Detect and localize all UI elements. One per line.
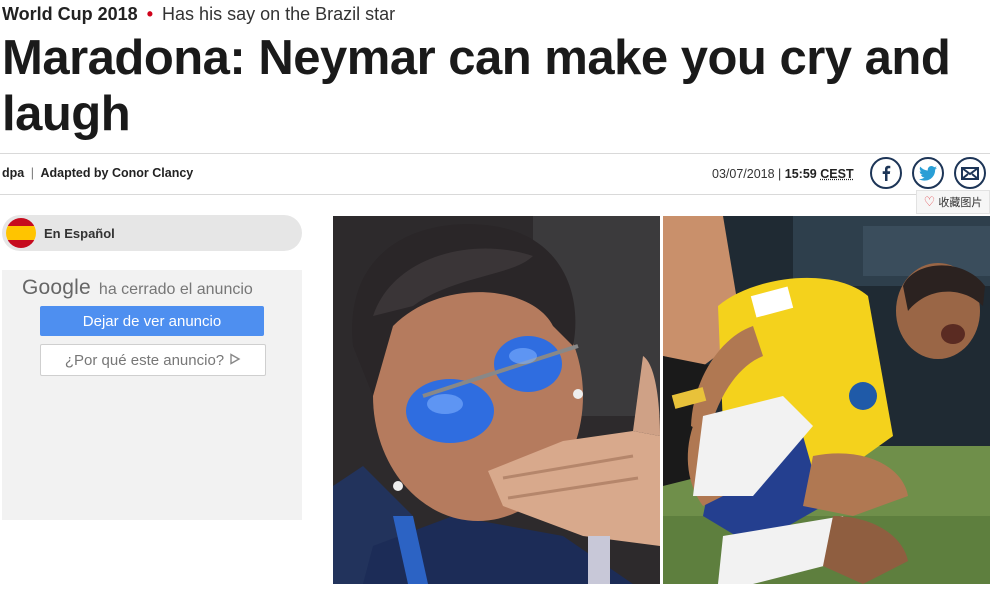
why-this-ad-label: ¿Por qué este anuncio? (64, 351, 225, 369)
ad-closed-header: Google ha cerrado el anuncio (22, 276, 253, 300)
dateline: 03/07/2018 | 15:59 CEST (712, 167, 854, 181)
byline-prefix: Adapted by (40, 166, 109, 180)
heart-outline-icon: ♡ (923, 194, 936, 209)
save-image-label: 收藏图片 (938, 197, 983, 209)
publish-timezone: CEST (820, 167, 854, 181)
byline: dpa | Adapted by Conor Clancy (2, 166, 193, 180)
save-image-button[interactable]: ♡ 收藏图片 (916, 190, 990, 214)
ad-closed-panel: Google ha cerrado el anuncio Dejar de ve… (2, 270, 302, 520)
kicker-section[interactable]: World Cup 2018 (2, 4, 138, 24)
publish-date: 03/07/2018 (712, 167, 775, 181)
byline-agency: dpa (2, 166, 25, 180)
byline-separator: | (30, 166, 34, 180)
date-separator: | (778, 167, 782, 181)
kicker-subtitle: Has his say on the Brazil star (162, 4, 396, 24)
top-divider (0, 153, 990, 154)
byline-divider (0, 194, 916, 195)
google-logo: Google (22, 276, 91, 299)
twitter-icon (919, 165, 937, 181)
article-kicker: World Cup 2018 • Has his say on the Braz… (2, 4, 395, 25)
publish-time: 15:59 (784, 167, 817, 181)
ad-closed-message: ha cerrado el anuncio (98, 281, 253, 298)
article-headline: Maradona: Neymar can make you cry and la… (2, 31, 951, 141)
spain-flag-icon (6, 218, 36, 248)
kicker-separator: • (146, 4, 154, 24)
language-label: En Español (44, 225, 115, 241)
neymar-photo (663, 216, 990, 584)
stop-seeing-ad-button[interactable]: Dejar de ver anuncio (40, 306, 264, 336)
email-icon (961, 166, 979, 180)
byline-author[interactable]: Conor Clancy (112, 166, 193, 180)
maradona-photo (333, 216, 660, 584)
twitter-share-button[interactable] (912, 157, 944, 189)
email-share-button[interactable] (954, 157, 986, 189)
facebook-icon (879, 165, 893, 181)
facebook-share-button[interactable] (870, 157, 902, 189)
adchoices-icon (229, 352, 241, 369)
language-switch[interactable]: En Español (2, 215, 302, 251)
why-this-ad-button[interactable]: ¿Por qué este anuncio? (40, 344, 266, 376)
